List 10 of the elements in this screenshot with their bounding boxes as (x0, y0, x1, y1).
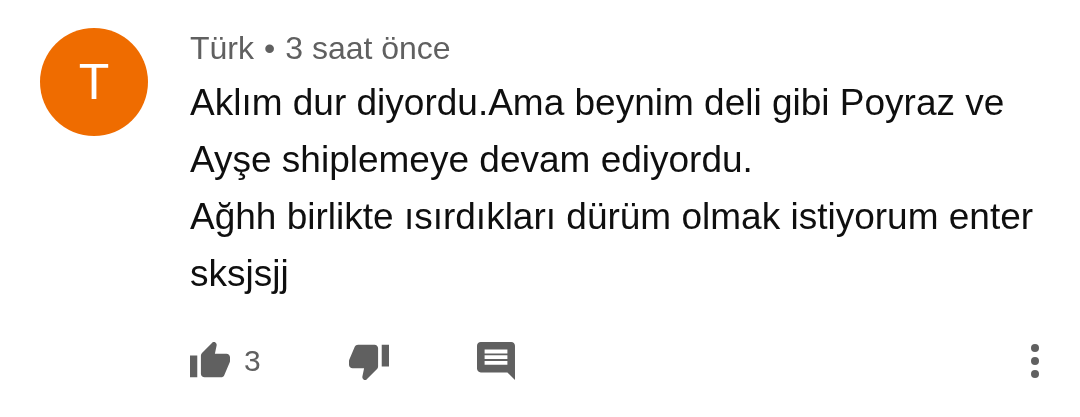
like-count: 3 (244, 344, 261, 378)
more-options-icon[interactable] (1030, 343, 1040, 379)
like-icon[interactable] (190, 342, 230, 380)
avatar-letter: T (78, 53, 110, 111)
reply-icon[interactable] (476, 342, 515, 380)
author-name[interactable]: Türk (190, 29, 254, 67)
dislike-icon[interactable] (348, 342, 389, 380)
separator-dot: • (264, 29, 276, 67)
comment-time: 3 saat önce (285, 29, 451, 67)
comment-text: Aklım dur diyordu.Ama beynim deli gibi Poyraz ve Ayşe shiplemeye devam ediyordu. Ağhh birlikte ısırdıkları dürüm olmak istiyorum enter sksjsjj (190, 81, 1035, 296)
